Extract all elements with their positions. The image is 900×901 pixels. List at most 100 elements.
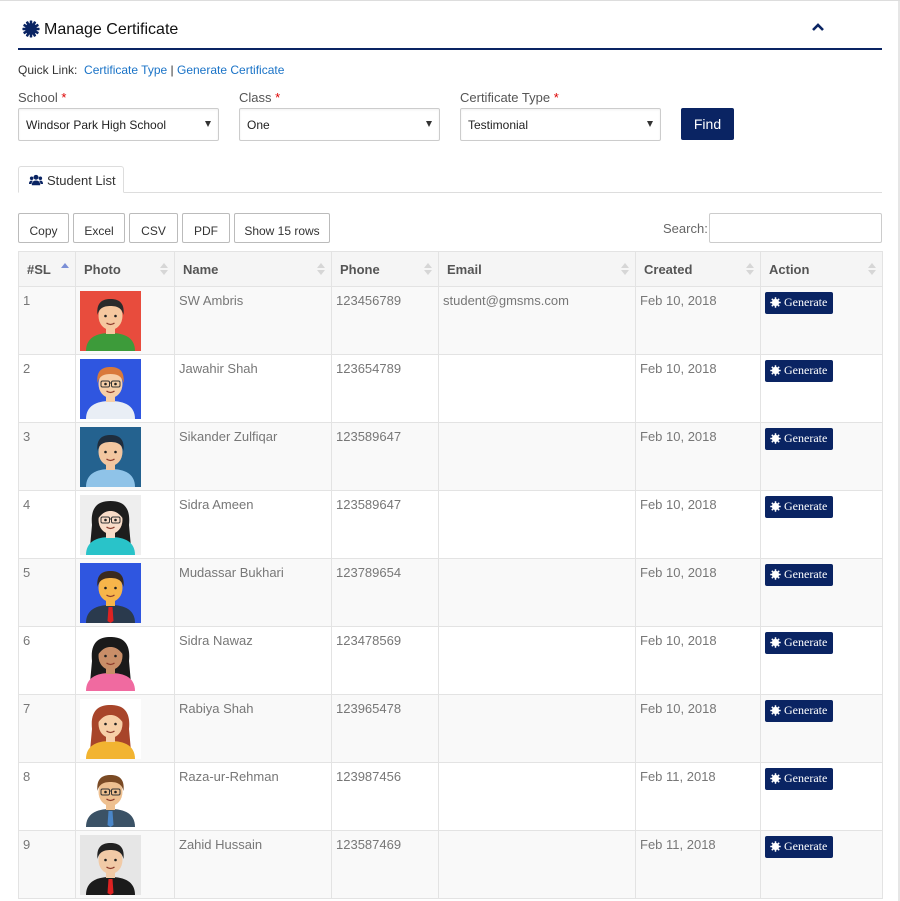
certificate-type-select[interactable]: Testimonial <box>460 108 661 141</box>
boy-icon <box>80 291 141 351</box>
sort-icon <box>424 263 432 275</box>
cell-email <box>438 422 636 491</box>
cell-email <box>438 626 636 695</box>
cell-phone: 123965478 <box>331 694 439 763</box>
sort-asc-icon <box>61 263 69 268</box>
search-label: Search: <box>663 221 708 236</box>
cell-name: SW Ambris <box>174 286 332 355</box>
generate-button[interactable]: Generate <box>765 632 834 654</box>
sort-icon <box>317 263 325 275</box>
cell-email <box>438 354 636 423</box>
link-generate-certificate[interactable]: Generate Certificate <box>177 63 284 77</box>
table-row: 2 Jawahir Shah 123654789 Feb 10, 2018 Genera… <box>18 354 883 423</box>
quick-link-label: Quick Link: <box>18 63 78 77</box>
cell-created: Feb 10, 2018 <box>635 694 761 763</box>
cell-photo <box>75 558 175 627</box>
search-input[interactable] <box>709 213 882 243</box>
column-header-email[interactable]: Email <box>438 251 636 287</box>
generate-button[interactable]: Generate <box>765 292 834 314</box>
cell-action: Generate <box>760 694 883 763</box>
cell-sl: 2 <box>18 354 76 423</box>
tab-label: Student List <box>47 173 116 188</box>
girl-smile-icon <box>80 699 141 759</box>
cell-name: Sidra Nawaz <box>174 626 332 695</box>
cell-action: Generate <box>760 354 883 423</box>
cell-photo <box>75 354 175 423</box>
gear-icon <box>770 773 781 784</box>
generate-button[interactable]: Generate <box>765 564 834 586</box>
man-icon <box>80 427 141 487</box>
sort-icon <box>868 263 876 275</box>
table-row: 4 Sidra Ameen 123589647 Feb 10, 2018 Generat… <box>18 490 883 559</box>
cell-phone: 123478569 <box>331 626 439 695</box>
cell-created: Feb 10, 2018 <box>635 558 761 627</box>
excel-button[interactable]: Excel <box>73 213 125 243</box>
school-select[interactable]: Windsor Park High School <box>18 108 219 141</box>
generate-button[interactable]: Generate <box>765 836 834 858</box>
class-select[interactable]: One <box>239 108 440 141</box>
boy-glasses-icon <box>80 359 141 419</box>
cell-phone: 123587469 <box>331 830 439 899</box>
cell-created: Feb 11, 2018 <box>635 762 761 831</box>
link-certificate-type[interactable]: Certificate Type <box>84 63 167 77</box>
cell-created: Feb 10, 2018 <box>635 626 761 695</box>
table-row: 9 Zahid Hussain 123587469 Feb 11, 2018 Gener… <box>18 830 883 899</box>
chevron-up-icon[interactable] <box>811 21 825 33</box>
show-rows-button[interactable]: Show 15 rows <box>234 213 330 243</box>
panel-header: Manage Certificate <box>18 13 882 50</box>
tab-student-list[interactable]: Student List <box>18 166 124 193</box>
cell-phone: 123456789 <box>331 286 439 355</box>
pdf-button[interactable]: PDF <box>182 213 230 243</box>
cell-photo <box>75 830 175 899</box>
column-header-phone[interactable]: Phone <box>331 251 439 287</box>
users-icon <box>29 174 43 186</box>
gear-icon <box>22 20 40 38</box>
column-header-name[interactable]: Name <box>174 251 332 287</box>
cell-action: Generate <box>760 490 883 559</box>
cell-name: Jawahir Shah <box>174 354 332 423</box>
csv-button[interactable]: CSV <box>129 213 178 243</box>
find-button[interactable]: Find <box>681 108 734 140</box>
column-header-action[interactable]: Action <box>760 251 883 287</box>
man-glasses-icon <box>80 767 141 827</box>
gear-icon <box>770 637 781 648</box>
student-table: #SL Photo Name Phone Email Created Actio… <box>18 251 883 899</box>
cell-action: Generate <box>760 762 883 831</box>
cell-created: Feb 10, 2018 <box>635 490 761 559</box>
table-row: 7 Rabiya Shah 123965478 Feb 10, 2018 Generat… <box>18 694 883 763</box>
required-mark: * <box>553 90 559 105</box>
cell-sl: 9 <box>18 830 76 899</box>
quick-links: Quick Link: Certificate Type | Generate … <box>18 63 284 77</box>
cell-name: Raza-ur-Rehman <box>174 762 332 831</box>
cell-email <box>438 762 636 831</box>
gear-icon <box>770 365 781 376</box>
dropdown-arrow-icon <box>205 121 211 127</box>
cell-email <box>438 830 636 899</box>
cell-action: Generate <box>760 626 883 695</box>
table-row: 1 SW Ambris 123456789 student@gmsms.com Feb … <box>18 286 883 355</box>
tab-bar-line <box>18 192 882 193</box>
cell-sl: 4 <box>18 490 76 559</box>
cell-photo <box>75 626 175 695</box>
generate-button[interactable]: Generate <box>765 496 834 518</box>
copy-button[interactable]: Copy <box>18 213 69 243</box>
column-header-sl[interactable]: #SL <box>18 251 76 287</box>
column-header-photo[interactable]: Photo <box>75 251 175 287</box>
cell-photo <box>75 286 175 355</box>
cell-created: Feb 10, 2018 <box>635 422 761 491</box>
quick-link-separator: | <box>170 63 174 77</box>
cell-sl: 6 <box>18 626 76 695</box>
cell-photo <box>75 422 175 491</box>
cell-sl: 3 <box>18 422 76 491</box>
sort-icon <box>621 263 629 275</box>
cell-name: Sidra Ameen <box>174 490 332 559</box>
cell-name: Rabiya Shah <box>174 694 332 763</box>
cell-sl: 7 <box>18 694 76 763</box>
cell-email <box>438 490 636 559</box>
column-header-created[interactable]: Created <box>635 251 761 287</box>
generate-button[interactable]: Generate <box>765 428 834 450</box>
generate-button[interactable]: Generate <box>765 768 834 790</box>
cell-photo <box>75 694 175 763</box>
generate-button[interactable]: Generate <box>765 700 834 722</box>
generate-button[interactable]: Generate <box>765 360 834 382</box>
